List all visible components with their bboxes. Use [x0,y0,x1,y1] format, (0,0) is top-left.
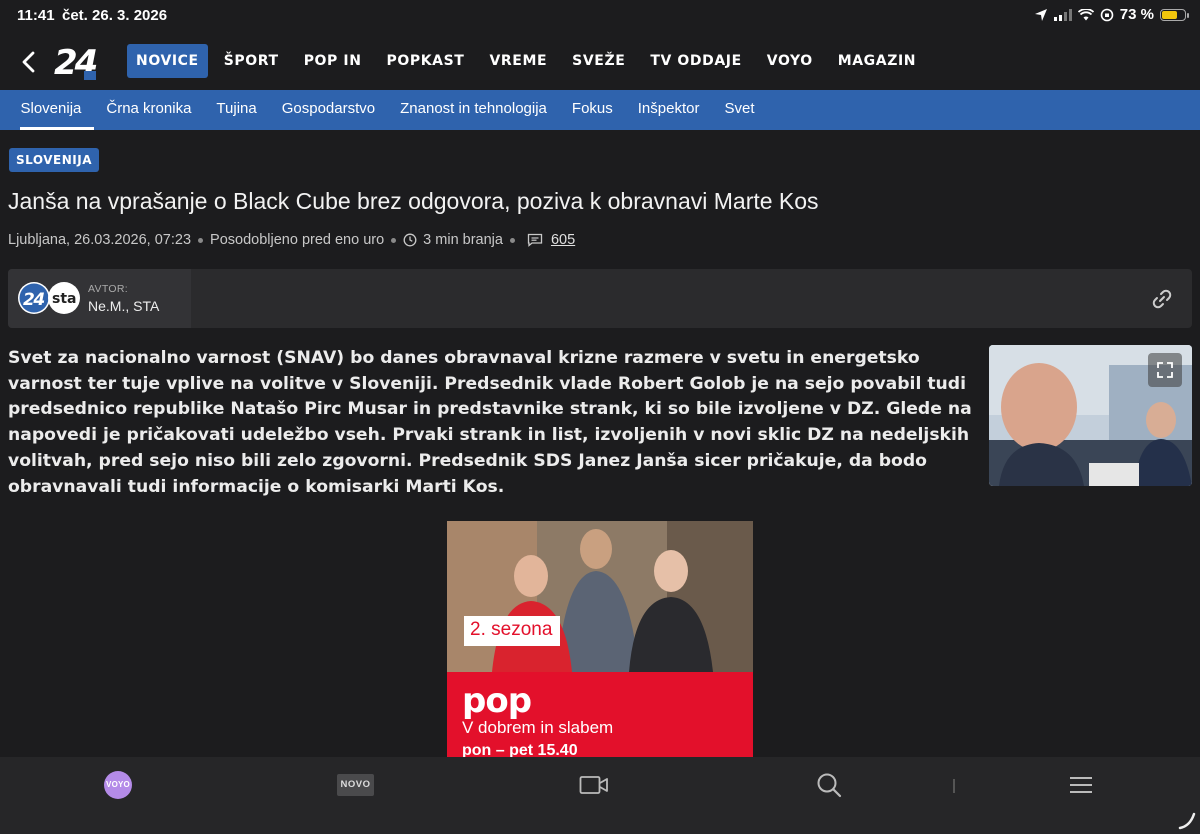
author-bar: 24 sta AVTOR: Ne.M., STA [8,269,1192,328]
main-navigation: 24 NOVICE ŠPORT POP IN POPKAST VREME SVEŽE TV … [0,34,1200,90]
sub-nav-item-črna-kronika[interactable]: Črna kronika [94,90,204,130]
sub-nav-item-tujina[interactable]: Tujina [204,90,269,130]
divider-icon [953,779,955,793]
main-nav-item-tv-oddaje[interactable]: TV ODDAJE [641,44,750,78]
fullscreen-icon [1157,362,1173,378]
article-meta: Ljubljana, 26.03.2026, 07:23 Posodobljen… [8,232,575,248]
sub-nav-item-gospodarstvo[interactable]: Gospodarstvo [269,90,387,130]
wifi-icon [1077,8,1094,20]
article-updated: Posodobljeno pred eno uro [210,232,385,248]
24ur-logo[interactable]: 24 [54,42,102,82]
sub-nav-item-svet[interactable]: Svet [712,90,767,130]
author-logos: 24 sta [18,282,80,314]
main-nav-item-magazin[interactable]: MAGAZIN [829,44,925,78]
home-indicator-corner-icon [1178,812,1196,830]
back-chevron-icon[interactable] [18,50,42,74]
comment-icon[interactable] [527,233,543,247]
author-logo-sta: sta [52,291,76,307]
main-nav-item-sveže[interactable]: SVEŽE [563,44,634,78]
article-photo[interactable] [989,345,1192,486]
category-tag[interactable]: SLOVENIJA [9,148,99,172]
sub-nav-item-znanost-in-tehnologija[interactable]: Znanost in tehnologija [388,90,560,130]
status-indicators: 73 % [1034,6,1189,23]
separator-dot [198,237,204,243]
advertisement[interactable]: 2. sezona pop V dobrem in slabem pon – p… [447,521,753,757]
comment-count-link[interactable]: 605 [551,232,575,248]
article-headline: Janša na vprašanje o Black Cube brez odg… [8,188,819,214]
status-time: 11:41 [17,7,55,24]
ad-photo [447,521,753,672]
novo-tab[interactable]: NOVO [337,774,374,796]
pop-logo: pop [462,681,532,721]
location-arrow-icon [1034,8,1047,21]
author-box[interactable]: 24 sta AVTOR: Ne.M., STA [8,269,191,328]
author-label: AVTOR: [88,283,128,295]
battery-percentage: 73 % [1119,6,1154,23]
clock-icon [403,233,417,247]
article-lead: Svet za nacionalno varnost (SNAV) bo dan… [8,348,972,497]
sub-nav-item-fokus[interactable]: Fokus [559,90,625,130]
sub-nav-items: Slovenija Črna kronika Tujina Gospodarstvo Z… [0,90,1200,130]
hamburger-menu-icon[interactable] [1070,776,1092,794]
voyo-tab[interactable]: VOYO [104,771,132,799]
search-icon[interactable] [816,772,842,798]
ad-banner: pop V dobrem in slabem pon – pet 15.40 [447,672,753,757]
ad-schedule: pon – pet 15.40 [462,742,578,757]
video-camera-icon[interactable] [579,775,609,795]
main-nav-items: NOVICE ŠPORT POP IN POPKAST VREME SVEŽE TV ODD… [127,44,932,78]
separator-dot [509,237,515,243]
status-bar: 11:41 čet. 26. 3. 2026 73 % [0,0,1200,34]
main-nav-item-popkast[interactable]: POPKAST [378,44,474,78]
battery-icon [1160,8,1189,21]
sub-nav-item-inšpektor[interactable]: Inšpektor [625,90,712,130]
main-nav-item-šport[interactable]: ŠPORT [215,44,288,78]
status-date: čet. 26. 3. 2026 [62,7,168,24]
author-name[interactable]: Ne.M., STA [88,298,159,314]
article-read-time: 3 min branja [423,232,503,248]
ad-season-label: 2. sezona [464,616,561,646]
orientation-lock-icon [1100,8,1114,21]
separator-dot [391,237,397,243]
main-nav-item-voyo[interactable]: VOYO [758,44,822,78]
ad-show-title: V dobrem in slabem [462,718,614,737]
bottom-tab-bar: VOYO NOVO [0,757,1200,834]
expand-image-button[interactable] [1148,353,1182,387]
author-logo-24: 24 [23,290,44,310]
article-location-time: Ljubljana, 26.03.2026, 07:23 [8,232,192,248]
sub-navigation: Slovenija Črna kronika Tujina Gospodarstvo Z… [0,90,1200,130]
main-nav-item-pop-in[interactable]: POP IN [295,44,371,78]
main-nav-item-novice[interactable]: NOVICE [127,44,208,78]
main-nav-item-vreme[interactable]: VREME [480,44,556,78]
cellular-signal-icon [1053,8,1072,21]
sub-nav-item-slovenija[interactable]: Slovenija [8,90,94,130]
copy-link-icon[interactable] [1150,287,1174,311]
